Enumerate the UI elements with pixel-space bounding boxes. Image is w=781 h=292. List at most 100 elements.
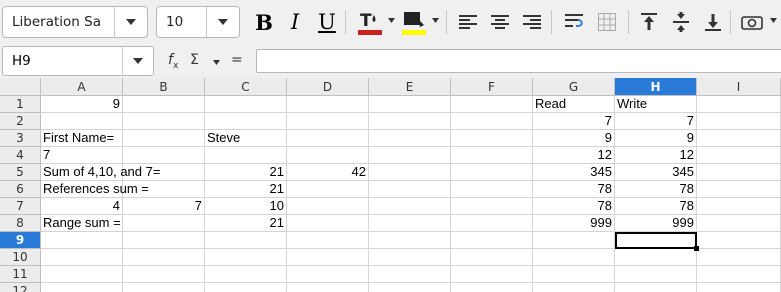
row-header-6[interactable]: 6 — [0, 181, 41, 198]
row-header-12[interactable]: 12 — [0, 283, 41, 292]
name-box-value[interactable]: H9 — [3, 53, 122, 69]
font-size-value[interactable]: 10 — [157, 14, 206, 30]
cell-h5[interactable]: 345 — [615, 164, 697, 181]
cell-b9[interactable] — [123, 232, 205, 249]
cell-g11[interactable] — [533, 266, 615, 283]
cell-a3[interactable]: First Name= — [41, 130, 123, 147]
cell-h3[interactable]: 9 — [615, 130, 697, 147]
cell-g7[interactable]: 78 — [533, 198, 615, 215]
cell-f12[interactable] — [451, 283, 533, 292]
cell-i1[interactable] — [697, 96, 781, 113]
cell-f5[interactable] — [451, 164, 533, 181]
cell-i7[interactable] — [697, 198, 781, 215]
cell-g4[interactable]: 12 — [533, 147, 615, 164]
cell-i8[interactable] — [697, 215, 781, 232]
cell-f8[interactable] — [451, 215, 533, 232]
column-header-g[interactable]: G — [533, 78, 615, 96]
cell-d5[interactable]: 42 — [287, 164, 369, 181]
row-header-5[interactable]: 5 — [0, 164, 41, 181]
cell-i3[interactable] — [697, 130, 781, 147]
cell-d10[interactable] — [287, 249, 369, 266]
row-header-11[interactable]: 11 — [0, 266, 41, 283]
cell-c2[interactable] — [205, 113, 287, 130]
cell-c1[interactable] — [205, 96, 287, 113]
column-header-d[interactable]: D — [287, 78, 369, 96]
cell-e1[interactable] — [369, 96, 451, 113]
align-left-button[interactable] — [455, 9, 481, 35]
font-color-dropdown-icon[interactable] — [388, 18, 395, 23]
cell-h8[interactable]: 999 — [615, 215, 697, 232]
cell-c4[interactable] — [205, 147, 287, 164]
cell-h7[interactable]: 78 — [615, 198, 697, 215]
cell-h6[interactable]: 78 — [615, 181, 697, 198]
cell-d12[interactable] — [287, 283, 369, 292]
cell-g12[interactable] — [533, 283, 615, 292]
spreadsheet-grid[interactable]: A B C D E F G H I 1 9 Read Write 2 7 7 3 First Name= Steve… — [0, 78, 781, 292]
cell-h10[interactable] — [615, 249, 697, 266]
cell-c11[interactable] — [205, 266, 287, 283]
cell-a6[interactable]: References sum = — [41, 181, 149, 198]
font-size-dropdown-button[interactable] — [206, 7, 239, 37]
cell-e5[interactable] — [369, 164, 451, 181]
row-header-2[interactable]: 2 — [0, 113, 41, 130]
row-header-10[interactable]: 10 — [0, 249, 41, 266]
cell-e11[interactable] — [369, 266, 451, 283]
cell-b2[interactable] — [123, 113, 205, 130]
active-cell-h9[interactable] — [615, 232, 697, 249]
cell-b10[interactable] — [123, 249, 205, 266]
cell-i4[interactable] — [697, 147, 781, 164]
cell-d6[interactable] — [287, 181, 369, 198]
column-header-a[interactable]: A — [41, 78, 123, 96]
cell-a11[interactable] — [41, 266, 123, 283]
cell-f7[interactable] — [451, 198, 533, 215]
cell-c7[interactable]: 10 — [205, 198, 287, 215]
cell-c12[interactable] — [205, 283, 287, 292]
cell-b8[interactable] — [123, 215, 205, 232]
cell-a7[interactable]: 4 — [41, 198, 123, 215]
align-right-button[interactable] — [519, 9, 545, 35]
cell-g10[interactable] — [533, 249, 615, 266]
cell-h11[interactable] — [615, 266, 697, 283]
cell-a9[interactable] — [41, 232, 123, 249]
row-header-7[interactable]: 7 — [0, 198, 41, 215]
cell-d9[interactable] — [287, 232, 369, 249]
cell-b12[interactable] — [123, 283, 205, 292]
cell-b6[interactable] — [123, 181, 205, 198]
insert-image-dropdown-icon[interactable] — [770, 18, 777, 23]
cell-i6[interactable] — [697, 181, 781, 198]
cell-f4[interactable] — [451, 147, 533, 164]
cell-b4[interactable] — [123, 147, 205, 164]
cell-g9[interactable] — [533, 232, 615, 249]
cell-b3[interactable] — [123, 130, 205, 147]
cell-d1[interactable] — [287, 96, 369, 113]
cell-f1[interactable] — [451, 96, 533, 113]
cell-d3[interactable] — [287, 130, 369, 147]
cell-e8[interactable] — [369, 215, 451, 232]
cell-g8[interactable]: 999 — [533, 215, 615, 232]
cell-i12[interactable] — [697, 283, 781, 292]
cell-d11[interactable] — [287, 266, 369, 283]
cell-a5[interactable]: Sum of 4,10, and 7= — [41, 164, 160, 181]
cell-a8[interactable]: Range sum = — [41, 215, 123, 232]
merge-cells-button[interactable] — [594, 9, 620, 35]
align-top-button[interactable] — [636, 9, 662, 35]
column-header-h[interactable]: H — [615, 78, 697, 96]
cell-b5[interactable] — [123, 164, 205, 181]
cell-c9[interactable] — [205, 232, 287, 249]
font-size-combobox[interactable]: 10 — [156, 6, 240, 38]
row-header-1[interactable]: 1 — [0, 96, 41, 113]
underline-button[interactable]: U — [314, 9, 340, 35]
cell-b11[interactable] — [123, 266, 205, 283]
cell-f6[interactable] — [451, 181, 533, 198]
column-header-f[interactable]: F — [451, 78, 533, 96]
cell-e2[interactable] — [369, 113, 451, 130]
sum-dropdown-icon[interactable] — [213, 60, 220, 65]
cell-d2[interactable] — [287, 113, 369, 130]
cell-e10[interactable] — [369, 249, 451, 266]
sum-icon[interactable]: Σ — [190, 52, 199, 68]
formula-input[interactable] — [256, 49, 781, 73]
cell-g3[interactable]: 9 — [533, 130, 615, 147]
cell-i10[interactable] — [697, 249, 781, 266]
cell-d7[interactable] — [287, 198, 369, 215]
name-box[interactable]: H9 — [2, 46, 154, 76]
